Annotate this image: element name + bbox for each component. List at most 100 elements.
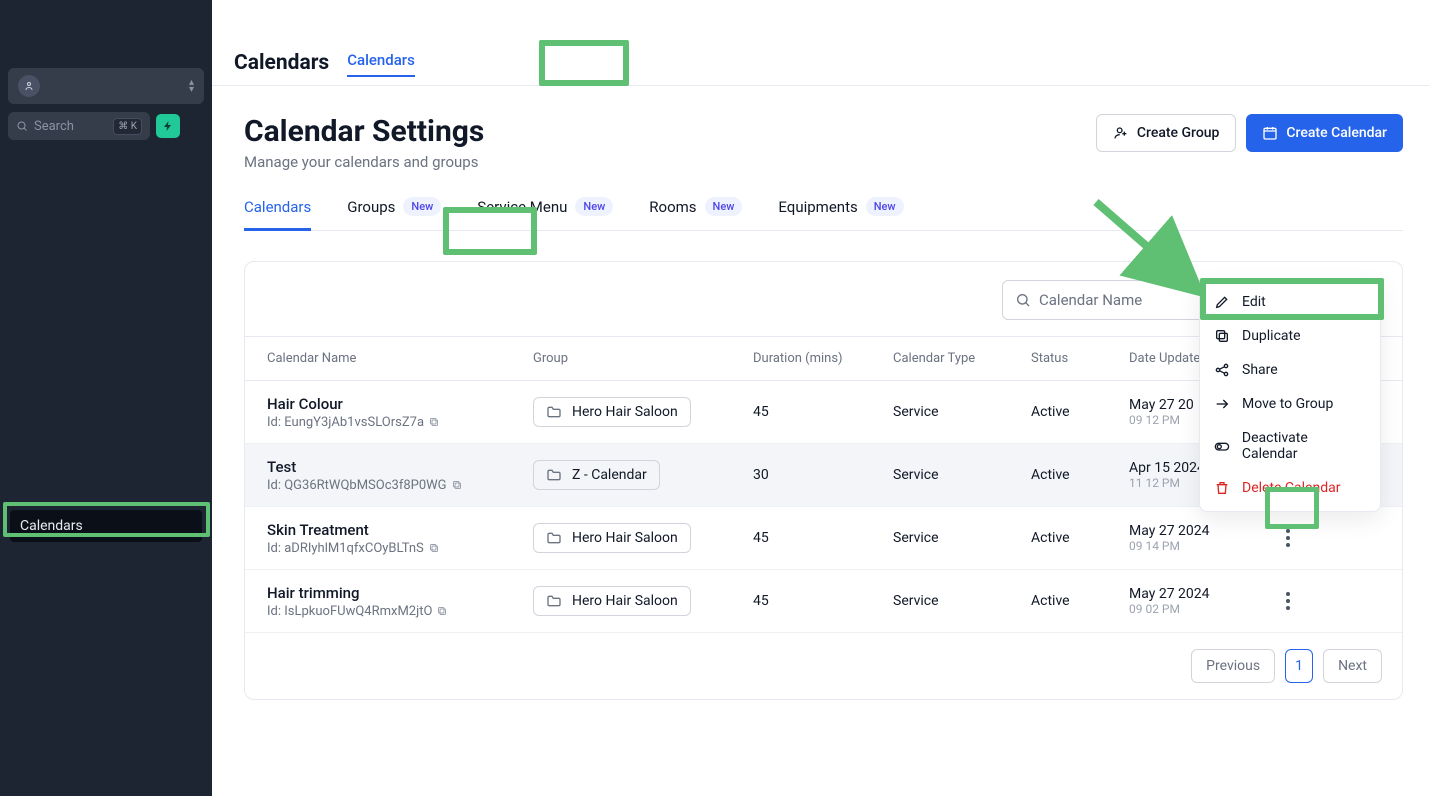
folder-icon (546, 530, 562, 546)
subtab-equipments[interactable]: Equipments New (778, 197, 903, 230)
sidebar-search[interactable]: Search ⌘ K (8, 112, 150, 140)
header: Calendars Calendars (212, 0, 1429, 86)
menu-label: Duplicate (1242, 328, 1301, 344)
time-value: 09 12 PM (1129, 413, 1180, 427)
group-chip[interactable]: Hero Hair Saloon (533, 523, 691, 553)
copy-icon[interactable] (428, 542, 440, 554)
sidebar-item-calendars[interactable]: Calendars (10, 510, 202, 542)
sidebar-item-label: Calendars (20, 518, 83, 534)
date-value: May 27 20 (1129, 397, 1194, 413)
group-chip[interactable]: Hero Hair Saloon (533, 586, 691, 616)
table-row[interactable]: Skin Treatment Id: aDRIyhlM1qfxCOyBLTnS … (245, 507, 1402, 570)
th-name: Calendar Name (245, 337, 517, 380)
bolt-button[interactable] (156, 114, 180, 138)
new-badge: New (575, 197, 613, 216)
table-row[interactable]: Hair trimming Id: IsLpkuoFUwQ4RmxM2jtO H… (245, 570, 1402, 633)
search-placeholder: Calendar Name (1039, 291, 1142, 309)
cell-name: Hair Colour Id: EungY3jAb1vsSLOrsZ7a (245, 381, 517, 443)
cell-status: Active (1015, 507, 1113, 569)
calendar-name: Test (267, 458, 296, 476)
search-shortcut: ⌘ K (113, 118, 142, 135)
copy-icon[interactable] (436, 605, 448, 617)
person-plus-icon (1113, 125, 1129, 141)
header-title: Calendars (234, 51, 329, 75)
row-menu-button[interactable] (1274, 521, 1302, 555)
th-duration: Duration (mins) (737, 337, 877, 380)
cell-duration: 45 (737, 381, 877, 443)
date-value: May 27 2024 (1129, 586, 1210, 602)
subtab-label: Rooms (649, 198, 696, 216)
pagination: Previous 1 Next (245, 633, 1402, 699)
date-value: Apr 15 2024 (1129, 460, 1205, 476)
create-calendar-button[interactable]: Create Calendar (1246, 114, 1403, 152)
next-button[interactable]: Next (1323, 649, 1382, 683)
cell-actions (1258, 507, 1318, 569)
new-badge: New (403, 197, 441, 216)
menu-label: Move to Group (1242, 396, 1333, 412)
folder-icon (546, 593, 562, 609)
time-value: 11 12 PM (1129, 476, 1180, 490)
calendar-name: Skin Treatment (267, 521, 369, 539)
subtab-groups[interactable]: Groups New (347, 197, 441, 230)
cell-status: Active (1015, 444, 1113, 506)
copy-icon[interactable] (451, 479, 463, 491)
updown-chevron-icon: ▴▾ (189, 79, 194, 93)
calendar-name: Hair trimming (267, 584, 360, 602)
cell-group: Hero Hair Saloon (517, 507, 737, 569)
menu-label: Share (1242, 362, 1278, 378)
menu-item-delete[interactable]: Delete Calendar (1200, 471, 1380, 505)
folder-icon (546, 404, 562, 420)
menu-item-duplicate[interactable]: Duplicate (1200, 319, 1380, 353)
calendar-id: Id: EungY3jAb1vsSLOrsZ7a (267, 415, 440, 430)
workspace-selector[interactable]: ▴▾ (8, 68, 204, 104)
toggle-icon (1214, 438, 1230, 454)
row-menu-button[interactable] (1274, 584, 1302, 618)
menu-label: Delete Calendar (1242, 480, 1340, 496)
subtab-calendars[interactable]: Calendars (244, 198, 311, 230)
cell-name: Test Id: QG36RtWQbMSOc3f8P0WG (245, 444, 517, 506)
arrow-right-icon (1214, 396, 1230, 412)
previous-button[interactable]: Previous (1191, 649, 1275, 683)
search-placeholder: Search (34, 119, 74, 134)
search-icon (16, 120, 28, 132)
cell-status: Active (1015, 570, 1113, 632)
cell-date: May 27 2024 09 14 PM (1113, 507, 1258, 569)
new-badge: New (866, 197, 904, 216)
trash-icon (1214, 480, 1230, 496)
create-group-button[interactable]: Create Group (1096, 114, 1237, 152)
cell-group: Hero Hair Saloon (517, 381, 737, 443)
bolt-icon (162, 120, 174, 132)
new-badge: New (705, 197, 743, 216)
menu-item-edit[interactable]: Edit (1200, 285, 1380, 319)
pencil-icon (1214, 294, 1230, 310)
subtab-service-menu[interactable]: Service Menu New (477, 197, 613, 230)
group-chip[interactable]: Hero Hair Saloon (533, 397, 691, 427)
page-current[interactable]: 1 (1285, 649, 1313, 683)
row-context-menu: Edit Duplicate Share Move to Group Deact… (1199, 278, 1381, 512)
cell-duration: 30 (737, 444, 877, 506)
date-value: May 27 2024 (1129, 523, 1210, 539)
page-title: Calendar Settings (244, 114, 484, 149)
subtabs: Calendars Groups New Service Menu New Ro… (244, 197, 1403, 231)
vertical-dots-icon (1286, 529, 1290, 547)
search-icon (1015, 292, 1031, 308)
group-chip[interactable]: Z - Calendar (533, 460, 660, 490)
header-tab-calendars[interactable]: Calendars (347, 51, 415, 75)
group-name: Hero Hair Saloon (572, 593, 678, 609)
subtab-label: Equipments (778, 198, 857, 216)
subtab-rooms[interactable]: Rooms New (649, 197, 742, 230)
group-name: Hero Hair Saloon (572, 530, 678, 546)
cell-actions (1258, 570, 1318, 632)
cell-type: Service (877, 507, 1015, 569)
subtab-label: Calendars (244, 198, 311, 216)
cell-duration: 45 (737, 507, 877, 569)
vertical-dots-icon (1286, 592, 1290, 610)
copy-icon[interactable] (428, 416, 440, 428)
workspace-icon (18, 75, 40, 97)
menu-item-move[interactable]: Move to Group (1200, 387, 1380, 421)
th-type: Calendar Type (877, 337, 1015, 380)
menu-item-share[interactable]: Share (1200, 353, 1380, 387)
cell-duration: 45 (737, 570, 877, 632)
menu-item-deactivate[interactable]: Deactivate Calendar (1200, 421, 1380, 471)
folder-icon (546, 467, 562, 483)
